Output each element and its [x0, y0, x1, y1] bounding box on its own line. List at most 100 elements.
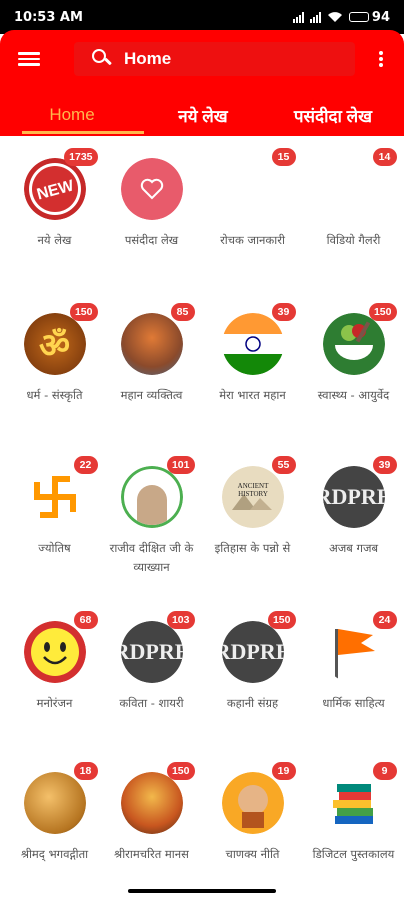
- count-badge: 150: [267, 611, 296, 629]
- category-item[interactable]: NEW 1735 नये लेख: [4, 148, 105, 250]
- category-item[interactable]: 14 विडियो गैलरी: [303, 148, 404, 250]
- battery-percent: 94: [371, 9, 390, 25]
- count-badge: 1735: [64, 148, 98, 166]
- category-label: ज्योतिष: [38, 541, 71, 555]
- smiley-icon: [23, 621, 86, 683]
- wifi-icon: [327, 12, 342, 22]
- swastika-icon: [24, 466, 86, 528]
- search-bar[interactable]: Home: [74, 42, 355, 76]
- count-badge: 18: [73, 762, 98, 780]
- category-item[interactable]: 101 राजीव दीक्षित जी के व्याख्यान: [101, 456, 202, 577]
- category-label: पसंदीदा लेख: [124, 233, 179, 247]
- india-flag-icon: [221, 313, 284, 375]
- count-badge: 22: [73, 456, 98, 474]
- vertical-dots-icon[interactable]: [377, 51, 385, 69]
- placeholder-text: RDPRE: [221, 639, 284, 664]
- ancient-history-icon: ANCIENT HISTORY: [221, 466, 284, 528]
- category-label: चाणक्य नीति: [225, 847, 280, 861]
- tab-new-articles[interactable]: नये लेख: [144, 94, 262, 136]
- category-item[interactable]: 22 ज्योतिष: [4, 456, 105, 558]
- category-item[interactable]: पसंदीदा लेख: [101, 158, 202, 250]
- count-badge: 68: [73, 611, 98, 629]
- chanakya-portrait-icon: [221, 772, 284, 834]
- tab-home[interactable]: Home: [0, 94, 144, 136]
- home-indicator[interactable]: [128, 889, 276, 893]
- count-badge: 24: [372, 611, 397, 629]
- category-label: कविता - शायरी: [119, 696, 184, 710]
- category-label: मनोरंजन: [36, 696, 73, 710]
- count-badge: 85: [170, 303, 195, 321]
- ram-darbar-icon: [120, 772, 183, 834]
- sage-portrait-icon: [120, 313, 183, 375]
- count-badge: 39: [271, 303, 296, 321]
- category-icon-wrap: ANCIENT HISTORY 55: [221, 456, 296, 528]
- category-item[interactable]: 85 महान व्यक्तित्व: [101, 303, 202, 405]
- category-label: इतिहास के पन्नो से: [214, 541, 291, 555]
- category-label: महान व्यक्तित्व: [120, 388, 183, 402]
- category-label: श्रीमद् भगवद्गीता: [20, 847, 89, 861]
- count-badge: 103: [166, 611, 195, 629]
- search-input[interactable]: Home: [124, 49, 171, 69]
- category-label: डिजिटल पुस्तकालय: [312, 847, 395, 861]
- category-icon-wrap: RDPRE 39: [322, 456, 397, 528]
- category-label: विडियो गैलरी: [326, 233, 381, 247]
- category-label: धर्म - संस्कृति: [26, 388, 83, 402]
- category-item[interactable]: 19 चाणक्य नीति: [202, 762, 303, 864]
- category-item[interactable]: 39 मेरा भारत महान: [202, 303, 303, 405]
- category-item[interactable]: RDPRE 150 कहानी संग्रह: [202, 611, 303, 713]
- category-item[interactable]: 18 श्रीमद् भगवद्गीता: [4, 762, 105, 864]
- category-label: अजब गजब: [328, 541, 379, 555]
- category-grid: NEW 1735 नये लेख पसंदीदा लेख 15 रोचक जानकारी 1…: [0, 136, 404, 896]
- category-icon-wrap: 101: [120, 456, 195, 528]
- hamburger-menu-icon[interactable]: [18, 49, 40, 67]
- category-icon-wrap: ॐ 150: [23, 303, 98, 375]
- signal-icon: [292, 11, 304, 23]
- placeholder-text: RDPRE: [120, 639, 183, 664]
- category-icon-wrap: 24: [323, 611, 397, 683]
- status-bar: 10:53 AM 94: [0, 0, 404, 34]
- category-label: रोचक जानकारी: [220, 233, 285, 247]
- count-badge: 19: [271, 762, 296, 780]
- category-label: कहानी संग्रह: [226, 696, 279, 710]
- category-item[interactable]: 15 रोचक जानकारी: [202, 148, 303, 250]
- category-item[interactable]: 24 धार्मिक साहित्य: [303, 611, 404, 713]
- category-icon-wrap: 39: [221, 303, 296, 375]
- count-badge: 150: [166, 762, 195, 780]
- speaker-portrait-icon: [120, 466, 183, 528]
- blank-icon: [323, 158, 385, 220]
- category-item[interactable]: 68 मनोरंजन: [4, 611, 105, 713]
- app-bar: Home Home नये लेख पसंदीदा लेख: [0, 30, 404, 136]
- category-icon-wrap: 68: [23, 611, 98, 683]
- count-badge: 150: [368, 303, 397, 321]
- svg-text:HISTORY: HISTORY: [238, 490, 268, 498]
- tab-bar: Home नये लेख पसंदीदा लेख: [0, 94, 404, 136]
- blank-icon: [222, 158, 284, 220]
- category-icon-wrap: 9: [323, 762, 397, 834]
- category-item[interactable]: 150 श्रीरामचरित मानस: [101, 762, 202, 864]
- category-item[interactable]: ANCIENT HISTORY 55 इतिहास के पन्नो से: [202, 456, 303, 558]
- category-icon-wrap: 14: [323, 148, 397, 220]
- signal-icon: [309, 11, 321, 23]
- category-item[interactable]: RDPRE 103 कविता - शायरी: [101, 611, 202, 713]
- saffron-flag-icon: [323, 621, 385, 683]
- category-item[interactable]: 150 स्वास्थ्य - आयुर्वेद: [303, 303, 404, 405]
- category-icon-wrap: 150: [120, 762, 195, 834]
- tab-favorite-articles[interactable]: पसंदीदा लेख: [262, 94, 404, 136]
- gita-chariot-icon: [23, 772, 86, 834]
- category-label: नये लेख: [37, 233, 72, 247]
- category-icon-wrap: 22: [24, 456, 98, 528]
- count-badge: 9: [372, 762, 397, 780]
- mortar-pestle-icon: [322, 313, 385, 375]
- category-item[interactable]: 9 डिजिटल पुस्तकालय: [303, 762, 404, 864]
- category-label: स्वास्थ्य - आयुर्वेद: [317, 388, 390, 402]
- count-badge: 101: [166, 456, 195, 474]
- placeholder-text-icon: RDPRE: [221, 621, 284, 683]
- category-item[interactable]: RDPRE 39 अजब गजब: [303, 456, 404, 558]
- category-icon-wrap: RDPRE 103: [120, 611, 195, 683]
- category-icon-wrap: 85: [120, 303, 195, 375]
- svg-text:ANCIENT: ANCIENT: [237, 482, 268, 490]
- category-item[interactable]: ॐ 150 धर्म - संस्कृति: [4, 303, 105, 405]
- new-label-icon: NEW: [23, 158, 86, 220]
- count-badge: 14: [372, 148, 397, 166]
- placeholder-text-icon: RDPRE: [322, 466, 385, 528]
